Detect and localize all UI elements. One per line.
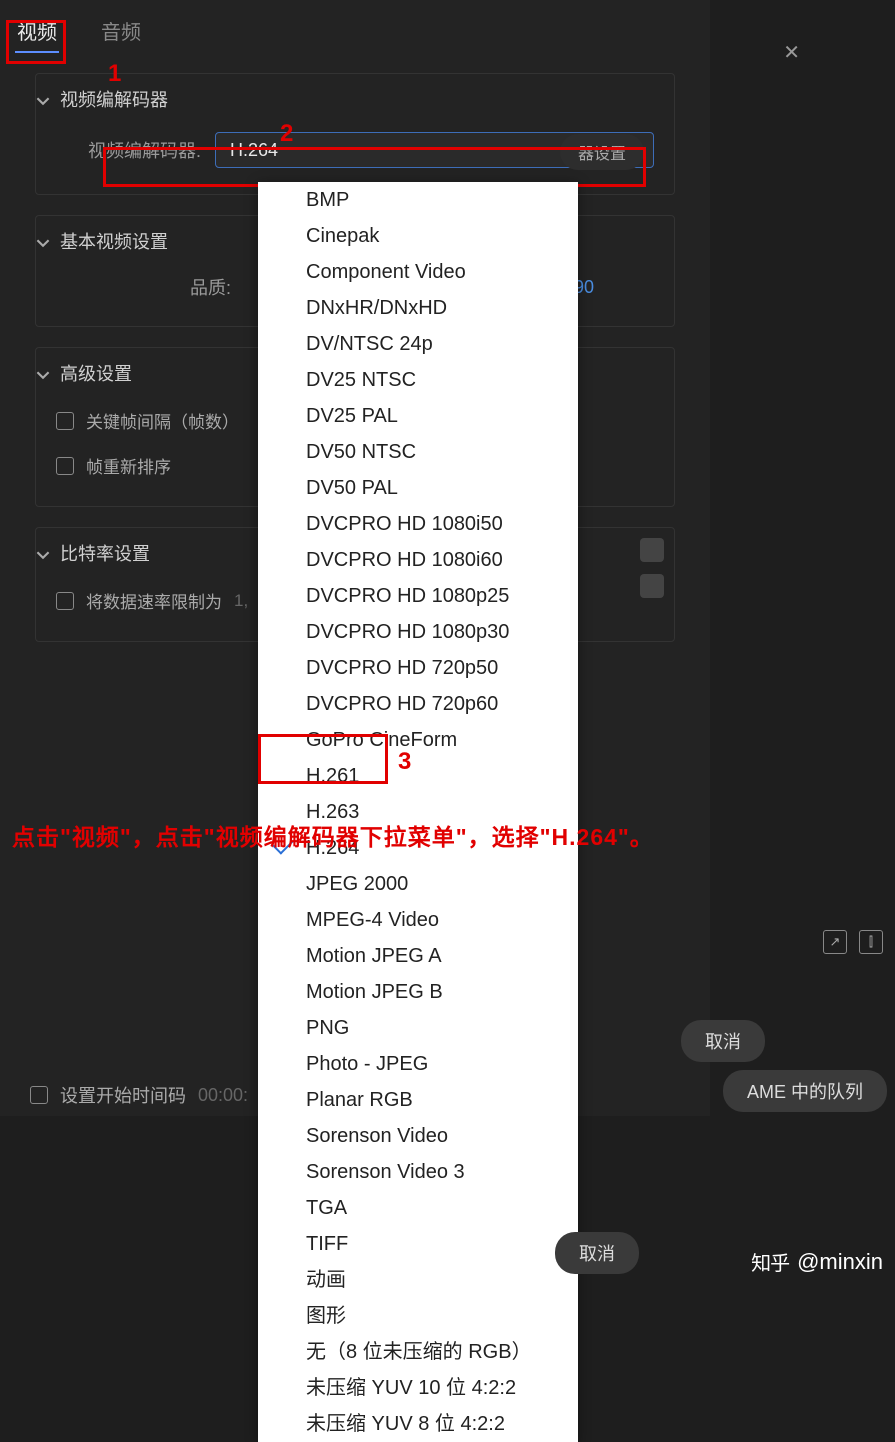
codec-option[interactable]: Planar RGB [258,1082,578,1118]
section-codec-title: 视频编解码器 [60,86,168,112]
codec-label: 视频编解码器: [56,137,201,163]
codec-option[interactable]: DV25 NTSC [258,362,578,398]
mini-dropdown-2[interactable] [640,574,664,598]
tab-audio[interactable]: 音频 [99,10,143,53]
close-icon[interactable]: ✕ [783,40,800,65]
codec-option[interactable]: DV/NTSC 24p [258,326,578,362]
codec-option[interactable]: 未压缩 YUV 8 位 4:2:2 [258,1406,578,1442]
checkbox-timecode[interactable] [30,1086,48,1104]
timecode-row: 设置开始时间码 00:00: [30,1082,248,1108]
codec-option[interactable]: 无（8 位未压缩的 RGB） [258,1334,578,1370]
timecode-value[interactable]: 00:00: [198,1085,248,1106]
chevron-down-icon [36,92,50,106]
codec-option[interactable]: 未压缩 YUV 10 位 4:2:2 [258,1370,578,1406]
codec-option[interactable]: DVCPRO HD 1080i50 [258,506,578,542]
codec-option[interactable]: GoPro CineForm [258,722,578,758]
codec-option[interactable]: DVCPRO HD 1080p25 [258,578,578,614]
codec-option[interactable]: BMP [258,182,578,218]
checkbox-limit-rate[interactable] [56,592,74,610]
codec-dropdown-menu[interactable]: BMPCinepakComponent VideoDNxHR/DNxHDDV/N… [258,182,578,1442]
quality-label: 品质: [56,274,231,300]
watermark: 知乎 @minxin [751,1247,883,1276]
tabs-row: 视频 音频 [0,0,710,53]
codec-option[interactable]: Photo - JPEG [258,1046,578,1082]
codec-option[interactable]: DVCPRO HD 1080i60 [258,542,578,578]
export-icon[interactable]: ↗ [823,930,847,954]
reorder-label: 帧重新排序 [86,453,171,478]
codec-option[interactable]: MPEG-4 Video [258,902,578,938]
codec-option[interactable]: H.261 [258,758,578,794]
tab-video[interactable]: 视频 [15,10,59,53]
codec-option[interactable]: DVCPRO HD 1080p30 [258,614,578,650]
codec-option[interactable]: TIFF [258,1226,578,1262]
chevron-down-icon [36,234,50,248]
codec-option[interactable]: Sorenson Video 3 [258,1154,578,1190]
codec-option[interactable]: Motion JPEG A [258,938,578,974]
chart-icon[interactable]: ⫿ [859,930,883,954]
limit-suffix: 1, [234,591,248,611]
zhihu-logo: 知乎 [751,1247,789,1276]
codec-option[interactable]: 动画 [258,1262,578,1298]
section-codec: 视频编解码器 视频编解码器: H.264 器设置 [35,73,675,195]
section-advanced-title: 高级设置 [60,360,132,386]
limit-label: 将数据速率限制为 [86,588,222,613]
codec-option[interactable]: DV25 PAL [258,398,578,434]
cancel-button-lower[interactable]: 取消 [555,1232,639,1274]
mini-dropdown-1[interactable] [640,538,664,562]
codec-option[interactable]: 图形 [258,1298,578,1334]
codec-option[interactable]: Cinepak [258,218,578,254]
checkbox-reorder[interactable] [56,457,74,475]
cancel-button[interactable]: 取消 [681,1020,765,1062]
codec-option[interactable]: Sorenson Video [258,1118,578,1154]
codec-settings-button[interactable]: 器设置 [560,134,644,170]
chevron-down-icon [36,366,50,380]
codec-option[interactable]: DV50 PAL [258,470,578,506]
codec-dropdown-value: H.264 [230,140,278,161]
section-basic-title: 基本视频设置 [60,228,168,254]
checkbox-keyframe[interactable] [56,412,74,430]
codec-option[interactable]: Motion JPEG B [258,974,578,1010]
section-bitrate-title: 比特率设置 [60,540,150,566]
codec-option[interactable]: DVCPRO HD 720p60 [258,686,578,722]
codec-option[interactable]: JPEG 2000 [258,866,578,902]
section-codec-header[interactable]: 视频编解码器 [36,74,654,124]
annotation-instruction: 点击"视频"，点击"视频编解码器下拉菜单"，选择"H.264"。 [12,818,654,852]
watermark-author: @minxin [797,1249,883,1275]
codec-option[interactable]: DV50 NTSC [258,434,578,470]
codec-option[interactable]: Component Video [258,254,578,290]
codec-option[interactable]: PNG [258,1010,578,1046]
codec-option[interactable]: DNxHR/DNxHD [258,290,578,326]
codec-option[interactable]: TGA [258,1190,578,1226]
toolbar-icons: ↗ ⫿ [823,930,883,954]
codec-option[interactable]: DVCPRO HD 720p50 [258,650,578,686]
ame-queue-button[interactable]: AME 中的队列 [723,1070,887,1112]
keyframe-label: 关键帧间隔（帧数） [86,408,239,433]
chevron-down-icon [36,546,50,560]
timecode-label: 设置开始时间码 [60,1082,186,1108]
